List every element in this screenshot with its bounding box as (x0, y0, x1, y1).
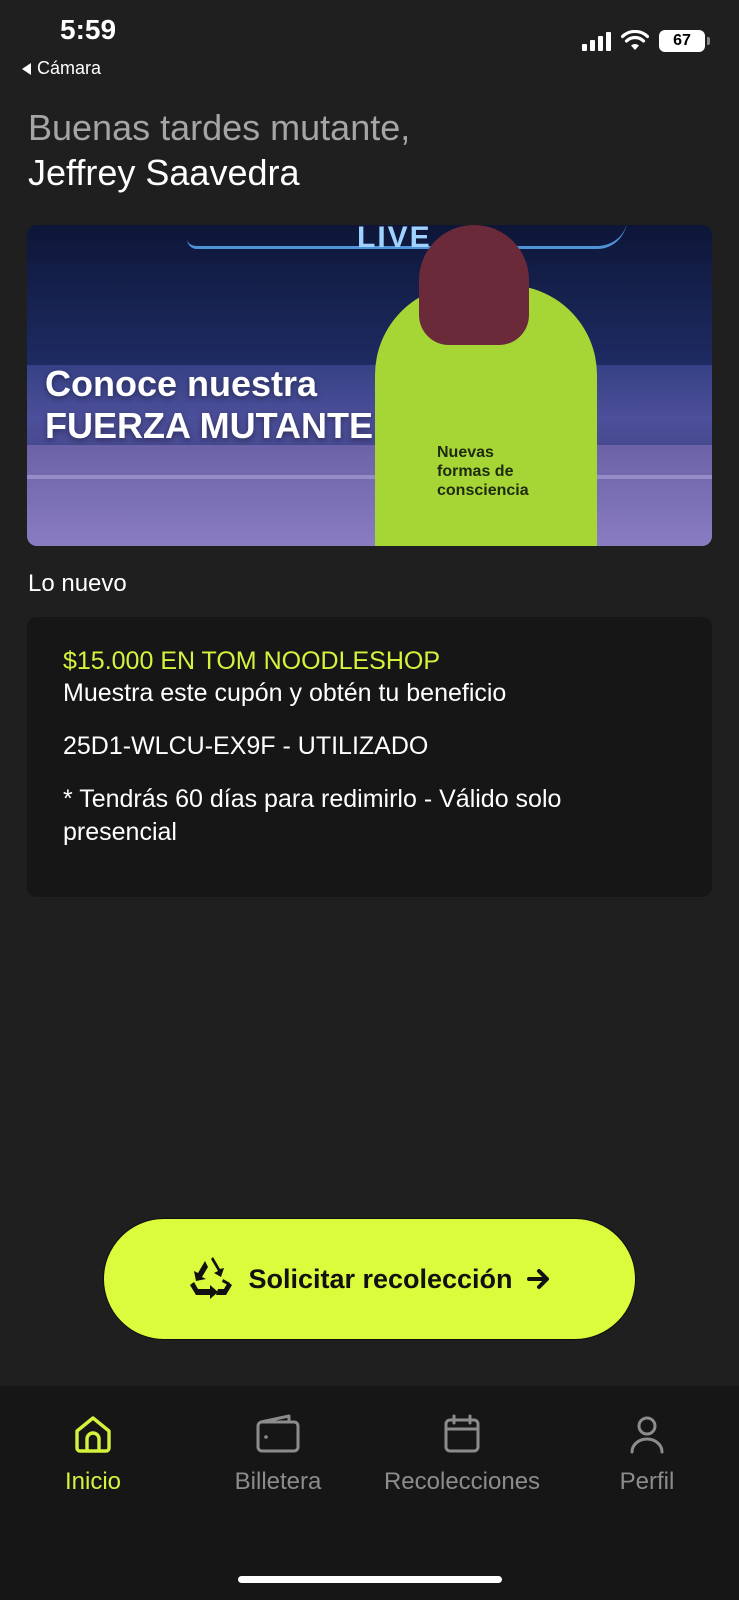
nav-item-billetera[interactable]: Billetera (230, 1414, 326, 1496)
banner-title-line1: Conoce nuestra (45, 363, 318, 404)
battery-icon: 67 (659, 30, 710, 52)
home-indicator[interactable] (238, 1576, 502, 1583)
hoodie-text-line: Nuevas (437, 444, 494, 461)
banner-railing (27, 475, 712, 479)
promo-banner[interactable]: LIVE Nuevas formas de consciencia Conoce… (27, 225, 712, 546)
banner-neon-text: LIVE (357, 225, 432, 254)
coupon-code: 25D1-WLCU-EX9F - UTILIZADO (63, 732, 429, 760)
coupon-description: Muestra este cupón y obtén tu beneficio (63, 679, 507, 707)
nav-item-inicio[interactable]: Inicio (60, 1414, 126, 1496)
nav-label: Recolecciones (383, 1468, 541, 1495)
hoodie-text-line: consciencia (437, 482, 529, 499)
nav-item-perfil[interactable]: Perfil (616, 1414, 678, 1496)
request-pickup-label: Solicitar recolección (248, 1263, 513, 1294)
greeting-salutation: Buenas tardes mutante, (28, 107, 411, 148)
status-icons: 67 (582, 30, 710, 52)
back-triangle-icon (22, 62, 31, 75)
request-pickup-button[interactable]: Solicitar recolección (103, 1218, 636, 1340)
nav-label: Inicio (64, 1468, 122, 1495)
section-title: Lo nuevo (28, 570, 127, 597)
banner-title-line2: FUERZA MUTANTE (45, 405, 373, 446)
banner-person-hair (419, 225, 529, 345)
greeting: Buenas tardes mutante, Jeffrey Saavedra (28, 106, 410, 196)
nav-label: Billetera (234, 1468, 322, 1495)
greeting-user-name: Jeffrey Saavedra (28, 152, 300, 193)
arrow-right-icon (526, 1269, 549, 1289)
coupon-promo: $15.000 EN TOM NOODLESHOP (63, 647, 441, 675)
banner-title: Conoce nuestra FUERZA MUTANTE (45, 363, 373, 447)
coupon-note: * Tendrás 60 días para redimirlo - Válid… (63, 785, 562, 846)
nav-item-recolecciones[interactable]: Recolecciones (378, 1414, 546, 1496)
home-icon (75, 1416, 111, 1453)
user-icon (630, 1416, 664, 1454)
calendar-icon (444, 1414, 480, 1453)
recycle-icon (190, 1257, 233, 1299)
status-time: 5:59 (60, 14, 117, 45)
status-bar: 5:59 Cámara 67 (0, 0, 739, 90)
back-to-app-link[interactable]: Cámara (22, 58, 101, 79)
banner-walkway (27, 445, 712, 546)
hoodie-text-line: formas de (437, 463, 514, 480)
bottom-navigation: Inicio Billetera Recolecciones Perfil (0, 1386, 739, 1600)
wifi-icon (621, 30, 649, 50)
wallet-icon (256, 1414, 300, 1453)
banner-hoodie-text: Nuevas formas de consciencia (437, 443, 529, 500)
back-app-label: Cámara (37, 58, 102, 78)
cellular-signal-icon (582, 31, 611, 51)
nav-label: Perfil (619, 1468, 675, 1495)
coupon-card[interactable]: $15.000 EN TOM NOODLESHOP Muestra este c… (27, 617, 712, 897)
